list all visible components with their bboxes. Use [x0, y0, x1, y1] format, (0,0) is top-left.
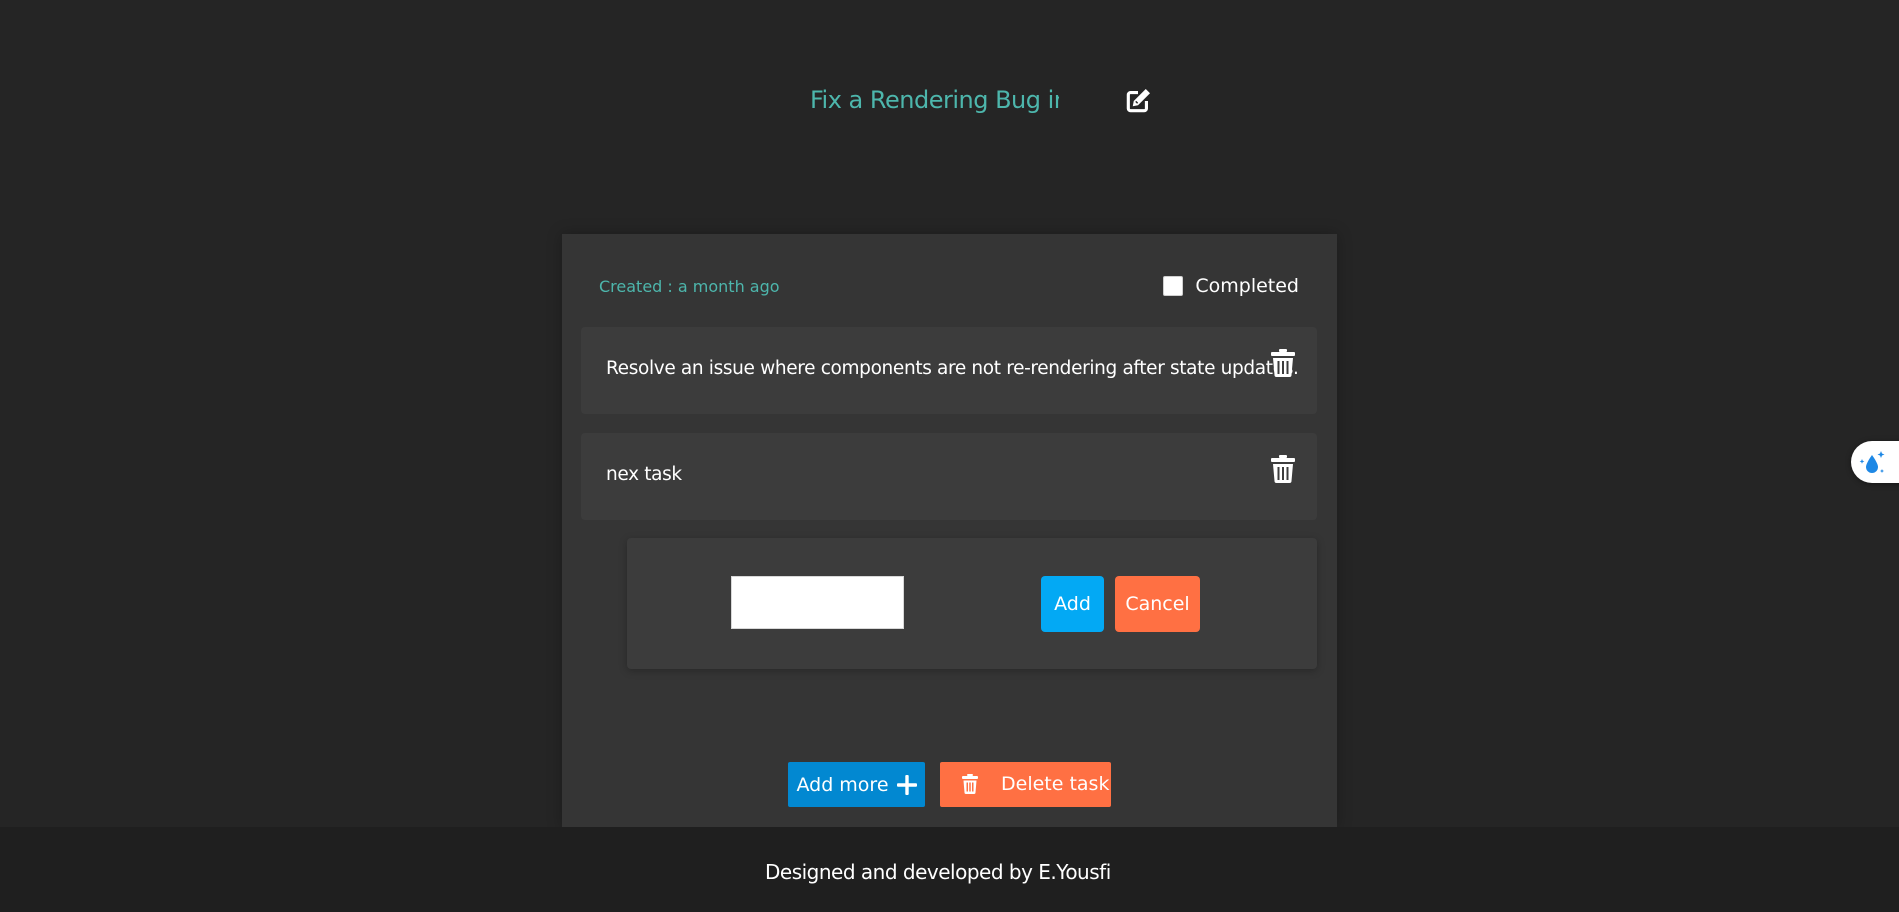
completed-toggle[interactable]: Completed	[1163, 275, 1299, 297]
delete-task-label: Delete task	[1001, 773, 1110, 795]
task-title[interactable]: Fix a Rendering Bug in React	[810, 86, 1059, 114]
add-button[interactable]: Add	[1041, 576, 1104, 632]
subtask-text: Resolve an issue where components are no…	[606, 358, 1299, 379]
footer-credit: Designed and developed by E.Yousfi	[765, 860, 1111, 884]
delete-task-button[interactable]: Delete task	[940, 762, 1111, 807]
footer: Designed and developed by E.Yousfi	[0, 827, 1899, 912]
new-subtask-input[interactable]	[731, 576, 904, 629]
sparkle-droplet-icon	[1859, 451, 1885, 473]
completed-label: Completed	[1195, 275, 1299, 297]
created-label: Created : a month ago	[599, 277, 780, 296]
subtask-text: nex task	[606, 464, 682, 485]
add-subtask-panel: Add Cancel	[627, 538, 1317, 669]
task-title-row: Fix a Rendering Bug in React	[810, 80, 1160, 122]
trash-icon[interactable]	[1271, 455, 1295, 483]
side-widget-button[interactable]	[1851, 441, 1899, 483]
trash-icon[interactable]	[1271, 349, 1295, 377]
completed-checkbox[interactable]	[1163, 276, 1184, 296]
edit-icon[interactable]	[1123, 86, 1153, 116]
task-card: Created : a month ago Completed Resolve …	[562, 234, 1337, 828]
plus-icon	[896, 774, 917, 795]
add-more-button[interactable]: Add more	[788, 762, 925, 807]
cancel-button[interactable]: Cancel	[1115, 576, 1200, 632]
subtask-item: nex task	[581, 433, 1317, 520]
trash-icon	[962, 774, 978, 794]
add-more-label: Add more	[796, 773, 889, 796]
subtask-item: Resolve an issue where components are no…	[581, 327, 1317, 414]
